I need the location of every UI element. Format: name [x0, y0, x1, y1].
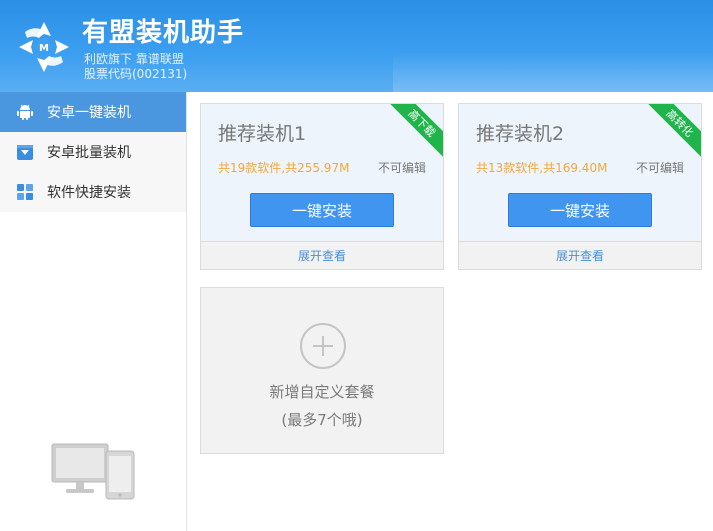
package-card-1: 推荐装机1 共19款软件,共255.97M 不可编辑 一键安装 展开查看 高下载: [200, 103, 444, 270]
one-click-install-button[interactable]: 一键安装: [250, 193, 394, 227]
apps-grid-icon: [15, 182, 35, 202]
app-header: M 有盟装机助手 利欧旗下 靠谱联盟 股票代码(002131): [0, 0, 713, 92]
header-background: [393, 52, 713, 92]
devices-icon: [51, 443, 135, 500]
add-package-limit: (最多7个哦): [281, 411, 363, 429]
stock-code: 股票代码(002131): [84, 67, 188, 81]
sidebar: 安卓一键装机 安卓批量装机 软件快捷安装: [0, 92, 187, 531]
svg-text:M: M: [39, 43, 49, 54]
app-title: 有盟装机助手: [82, 18, 245, 48]
sidebar-item-android-batch[interactable]: 安卓批量装机: [0, 132, 186, 172]
add-custom-package-card[interactable]: 新增自定义套餐 (最多7个哦): [200, 287, 444, 454]
expand-view-link[interactable]: 展开查看: [459, 241, 701, 269]
package-edit-status: 不可编辑: [377, 161, 426, 175]
package-title: 推荐装机1: [218, 123, 307, 145]
package-info: 共13款软件,共169.40M: [476, 161, 608, 175]
sidebar-item-quick-install[interactable]: 软件快捷安装: [0, 172, 186, 212]
expand-view-link[interactable]: 展开查看: [201, 241, 443, 269]
sidebar-item-android-one-click[interactable]: 安卓一键装机: [0, 92, 186, 132]
add-package-label: 新增自定义套餐: [269, 383, 375, 401]
youmeng-logo-icon: M: [19, 22, 69, 72]
plus-circle-icon: [300, 323, 346, 369]
ribbon-badge: 高转化: [641, 104, 701, 162]
sidebar-item-label: 安卓批量装机: [47, 145, 131, 161]
android-icon: [15, 102, 35, 122]
ribbon-badge: 高下载: [383, 104, 443, 162]
sidebar-item-label: 软件快捷安装: [47, 185, 131, 201]
sidebar-item-label: 安卓一键装机: [47, 105, 131, 121]
package-card-2: 推荐装机2 共13款软件,共169.40M 不可编辑 一键安装 展开查看 高转化: [458, 103, 702, 270]
package-edit-status: 不可编辑: [635, 161, 684, 175]
package-info: 共19款软件,共255.97M: [218, 161, 350, 175]
package-title: 推荐装机2: [476, 123, 565, 145]
download-box-icon: [15, 142, 35, 162]
one-click-install-button[interactable]: 一键安装: [508, 193, 652, 227]
